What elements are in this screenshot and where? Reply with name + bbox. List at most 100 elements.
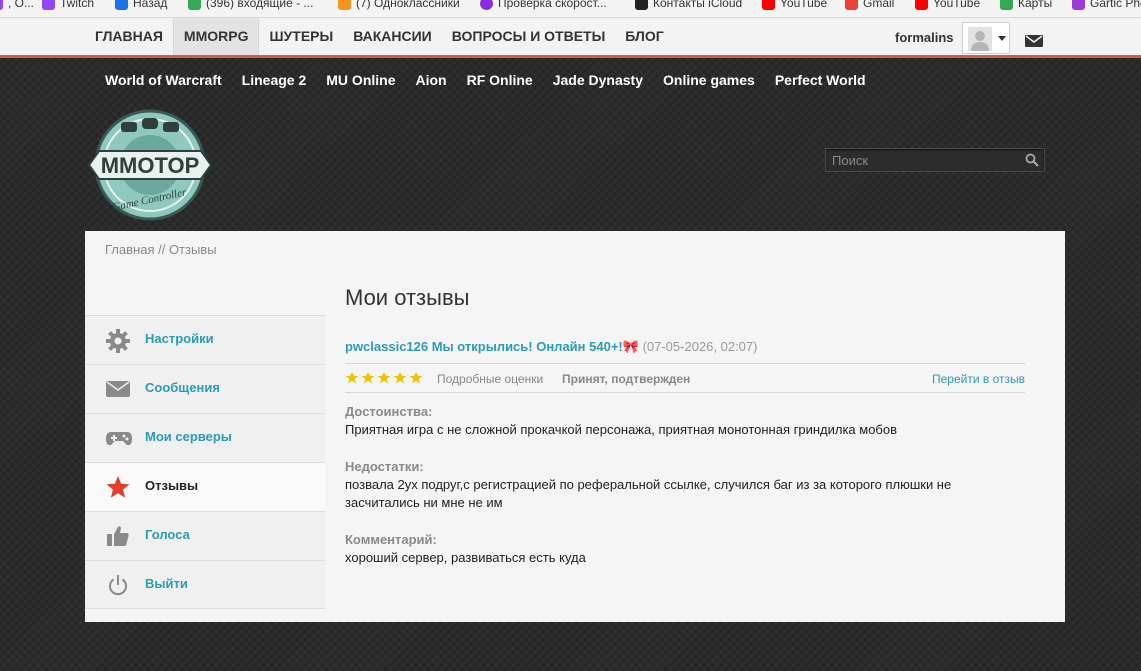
star-icon bbox=[345, 371, 359, 384]
nav-blog[interactable]: БЛОГ bbox=[615, 18, 673, 55]
top-navigation: ГЛАВНАЯ MMORPG ШУТЕРЫ ВАКАНСИИ ВОПРОСЫ И… bbox=[0, 18, 1141, 58]
mail-icon bbox=[188, 0, 201, 10]
gear-icon bbox=[105, 328, 131, 353]
back-icon bbox=[115, 0, 128, 10]
twitch-icon bbox=[42, 0, 55, 10]
star-icon bbox=[377, 371, 391, 384]
odnoklassniki-icon bbox=[338, 0, 351, 10]
rating-stars bbox=[345, 371, 425, 384]
review-header: pwclassic126 Мы открылись! Онлайн 540+!🎀… bbox=[345, 339, 1025, 363]
sidebar-item-label: Мои серверы bbox=[145, 429, 232, 444]
sidebar-item-label: Голоса bbox=[145, 527, 190, 542]
star-icon bbox=[105, 475, 131, 499]
review-title-link[interactable]: pwclassic126 Мы открылись! Онлайн 540+! bbox=[345, 339, 623, 354]
search-input[interactable] bbox=[826, 149, 1021, 171]
goto-review-link[interactable]: Перейти в отзыв bbox=[932, 372, 1025, 386]
review-date: (07-05-2026, 02:07) bbox=[642, 339, 758, 354]
gmail-icon bbox=[845, 0, 858, 10]
star-icon bbox=[409, 371, 423, 384]
star-icon bbox=[393, 371, 407, 384]
games-subnav: World of Warcraft Lineage 2 MU Online Ai… bbox=[95, 61, 876, 99]
sidebar-item-label: Настройки bbox=[145, 331, 214, 346]
bookmark-gartic[interactable]: Gartic Pho bbox=[1072, 0, 1141, 12]
breadcrumb-home[interactable]: Главная bbox=[105, 242, 154, 257]
bookmark-youtube[interactable]: YouTube bbox=[762, 0, 827, 12]
profile-sidebar: Настройки Сообщения Мои серверы Отзывы Г… bbox=[85, 315, 325, 609]
sidebar-item-logout[interactable]: Выйти bbox=[85, 560, 325, 609]
star-icon bbox=[361, 371, 375, 384]
subnav-mu-online[interactable]: MU Online bbox=[316, 61, 405, 99]
breadcrumb: Главная // Отзывы bbox=[105, 242, 217, 257]
bookmark-maps[interactable]: Карты bbox=[1000, 0, 1052, 12]
bookmark-icloud[interactable]: Контакты iCloud bbox=[635, 0, 742, 12]
nav-vacancies[interactable]: ВАКАНСИИ bbox=[343, 18, 442, 55]
sidebar-item-label: Выйти bbox=[145, 576, 188, 591]
user-menu-dropdown[interactable] bbox=[962, 22, 1010, 54]
subnav-jade-dynasty[interactable]: Jade Dynasty bbox=[543, 61, 653, 99]
sidebar-item-reviews[interactable]: Отзывы bbox=[85, 462, 325, 511]
sidebar-item-settings[interactable]: Настройки bbox=[85, 315, 325, 364]
subnav-rf-online[interactable]: RF Online bbox=[457, 61, 543, 99]
bookmark-youtube-2[interactable]: YouTube bbox=[915, 0, 980, 12]
subnav-perfect-world[interactable]: Perfect World bbox=[765, 61, 876, 99]
nav-home[interactable]: ГЛАВНАЯ bbox=[85, 18, 173, 55]
sidebar-item-my-servers[interactable]: Мои серверы bbox=[85, 413, 325, 462]
breadcrumb-current: Отзывы bbox=[168, 242, 217, 257]
comment-label: Комментарий: bbox=[345, 532, 437, 547]
bookmarks-bar: , O... Twitch Назад (396) входящие - ...… bbox=[0, 0, 1141, 18]
envelope-icon bbox=[105, 377, 131, 401]
breadcrumb-separator: // bbox=[154, 242, 169, 257]
sidebar-item-messages[interactable]: Сообщения bbox=[85, 364, 325, 413]
cons-text-line-1: позвала 2ух подруг,с регистрацией по реф… bbox=[345, 477, 952, 492]
bookmark-ok[interactable]: (7) Одноклассники bbox=[338, 0, 460, 12]
logo-text: MMOTOP bbox=[101, 153, 200, 178]
thumbs-up-icon bbox=[105, 524, 131, 548]
content-panel: Главная // Отзывы Настройки Сообщения Мо… bbox=[85, 231, 1065, 622]
bookmark-back[interactable]: Назад bbox=[115, 0, 167, 12]
subnav-lineage2[interactable]: Lineage 2 bbox=[232, 61, 317, 99]
comment-section: Комментарий: хороший сервер, развиваться… bbox=[345, 531, 1025, 567]
sidebar-item-label: Отзывы bbox=[145, 478, 199, 493]
site-logo[interactable]: MMOTOP Game Controller bbox=[85, 108, 215, 223]
main-menu: ГЛАВНАЯ MMORPG ШУТЕРЫ ВАКАНСИИ ВОПРОСЫ И… bbox=[85, 18, 674, 55]
subnav-aion[interactable]: Aion bbox=[406, 61, 457, 99]
gamepad-icon bbox=[105, 426, 132, 450]
youtube-icon bbox=[915, 0, 928, 10]
subnav-wow[interactable]: World of Warcraft bbox=[95, 61, 232, 99]
nav-shooters[interactable]: ШУТЕРЫ bbox=[259, 18, 343, 55]
pros-section: Достоинства: Приятная игра с не сложной … bbox=[345, 403, 1025, 439]
bookmark-gmail[interactable]: Gmail bbox=[845, 0, 894, 12]
bow-emoji: 🎀 bbox=[622, 339, 639, 354]
icloud-icon bbox=[635, 0, 648, 10]
search-icon[interactable] bbox=[1025, 153, 1039, 172]
pros-label: Достоинства: bbox=[345, 404, 433, 419]
chevron-down-icon bbox=[998, 36, 1006, 41]
bookmark-inbox[interactable]: (396) входящие - ... bbox=[188, 0, 313, 12]
page-title: Мои отзывы bbox=[345, 285, 470, 310]
sidebar-item-label: Сообщения bbox=[145, 380, 220, 395]
reviews-main: Мои отзывы pwclassic126 Мы открылись! Он… bbox=[345, 285, 1025, 567]
maps-icon bbox=[1000, 0, 1013, 10]
sidebar-item-votes[interactable]: Голоса bbox=[85, 511, 325, 560]
nav-qa[interactable]: ВОПРОСЫ И ОТВЕТЫ bbox=[442, 18, 616, 55]
nav-mmorpg[interactable]: MMORPG bbox=[172, 18, 260, 55]
bookmark-item[interactable]: , O... bbox=[0, 0, 34, 12]
bookmark-twitch[interactable]: Twitch bbox=[42, 0, 94, 12]
comment-text: хороший сервер, развиваться есть куда bbox=[345, 550, 586, 565]
search-box bbox=[825, 148, 1045, 172]
gartic-icon bbox=[1072, 0, 1085, 10]
pros-text: Приятная игра с не сложной прокачкой пер… bbox=[345, 422, 898, 437]
bookmark-speedtest[interactable]: Проверка скорост... bbox=[480, 0, 607, 12]
envelope-icon[interactable] bbox=[1025, 34, 1043, 52]
youtube-icon bbox=[762, 0, 775, 10]
cons-text-line-2: засчитались ни мне не им bbox=[345, 495, 503, 510]
cons-section: Недостатки: позвала 2ух подруг,с регистр… bbox=[345, 458, 1025, 512]
subnav-online-games[interactable]: Online games bbox=[653, 61, 765, 99]
cons-label: Недостатки: bbox=[345, 459, 424, 474]
power-icon bbox=[105, 573, 131, 597]
status-badge: Принят, подтвержден bbox=[562, 372, 691, 386]
username[interactable]: formalins bbox=[895, 18, 954, 55]
detailed-ratings-link[interactable]: Подробные оценки bbox=[437, 372, 543, 386]
avatar bbox=[968, 27, 992, 51]
speedtest-icon bbox=[480, 0, 493, 10]
